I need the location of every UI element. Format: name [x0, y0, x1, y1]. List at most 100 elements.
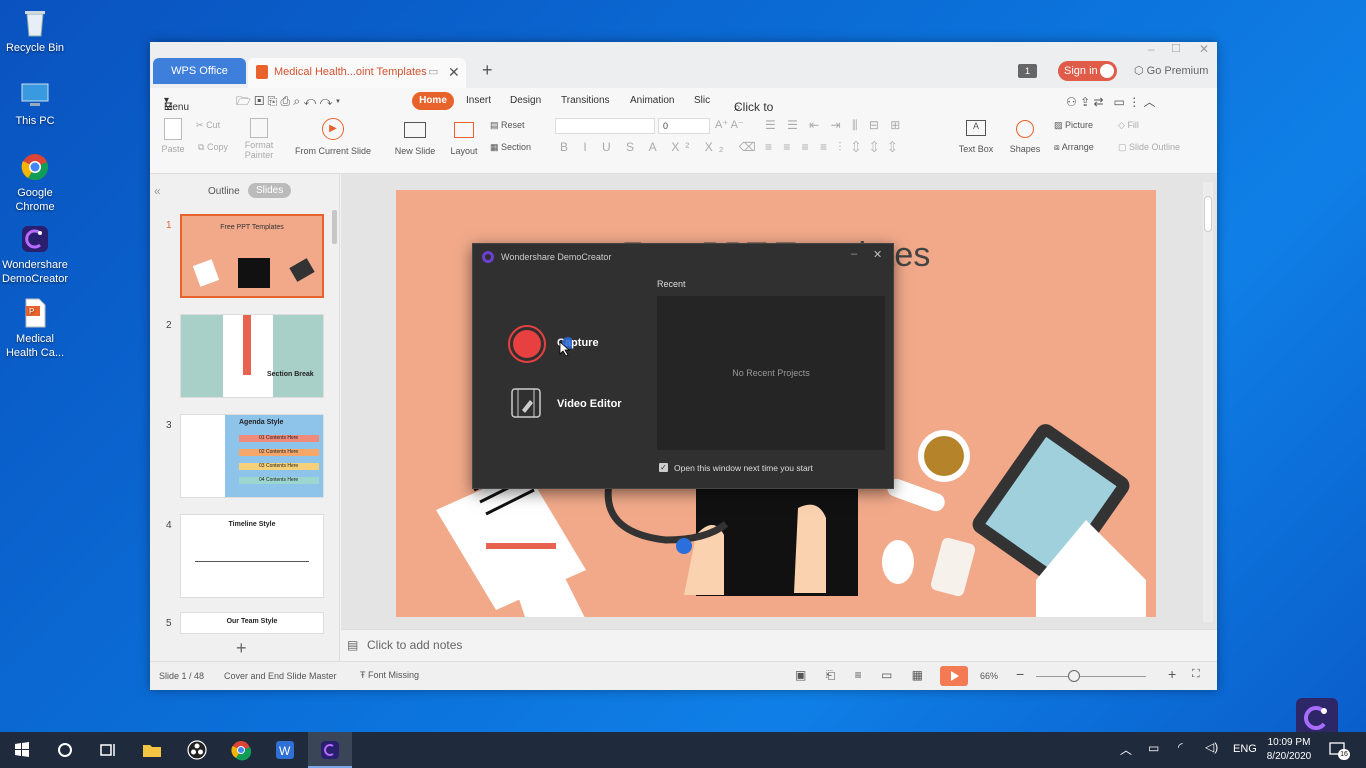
desktop-icon-recycle-bin[interactable]: Recycle Bin [2, 5, 68, 55]
font-missing-button[interactable]: Ŧ Font Missing [360, 670, 419, 680]
tab-slides[interactable]: Slides [248, 183, 292, 198]
format-painter-button[interactable]: Format Painter [242, 118, 276, 160]
menu-label: Menu [164, 102, 190, 113]
tab-design[interactable]: Design [510, 95, 541, 106]
from-current-slide-button[interactable]: ▶ From Current Slide [288, 118, 378, 156]
battery-icon[interactable]: ▭ [1148, 741, 1159, 755]
font-size-select[interactable]: 0 [658, 118, 710, 134]
text-box-button[interactable]: A Text Box [956, 118, 996, 154]
slide-thumb-1[interactable]: Free PPT Templates [180, 214, 324, 298]
maximize-button[interactable]: ☐ [1171, 42, 1181, 55]
tab-home[interactable]: Home [412, 92, 454, 110]
slide-thumb-3[interactable]: Agenda Style 01 Contents Here 02 Content… [180, 414, 324, 498]
layout-button[interactable]: Layout [444, 118, 484, 156]
thumb-scrollbar[interactable] [332, 210, 337, 244]
democreator-taskbar-button[interactable] [308, 732, 352, 768]
close-tab-icon[interactable]: ✕ [448, 58, 460, 86]
zoom-slider[interactable] [1036, 676, 1146, 677]
desktop-label: Medical Health Ca... [5, 333, 65, 359]
cut-button[interactable]: ✂ Cut [196, 120, 220, 131]
language-indicator[interactable]: ENG [1233, 743, 1257, 755]
tab-outline[interactable]: Outline [208, 186, 240, 197]
font-grow-shrink[interactable]: A⁺ A⁻ [715, 118, 744, 131]
tab-slideshow[interactable]: Slic [694, 95, 710, 106]
slide-thumbnail-pane: « Outline Slides 1 Free PPT Templates 2 … [150, 174, 340, 661]
menu-button[interactable]: ☰ Menu ▾ [164, 95, 189, 113]
wps-writer-icon[interactable]: W [273, 738, 297, 762]
paste-button[interactable]: Paste [160, 118, 186, 154]
canvas-scroll-thumb[interactable] [1204, 196, 1212, 232]
font-missing-label: Font Missing [368, 670, 420, 680]
slide-counter: Slide 1 / 48 [159, 671, 205, 681]
tab-document-label: Medical Health...oint Templates [274, 66, 427, 78]
play-slideshow-button[interactable] [940, 666, 968, 686]
slide-thumb-5[interactable]: Our Team Style [180, 612, 324, 634]
tab-insert[interactable]: Insert [466, 95, 491, 106]
minimize-button[interactable]: – [1148, 42, 1155, 56]
window-count-badge[interactable]: 1 [1018, 64, 1037, 78]
slide-thumb-2[interactable]: Section Break [180, 314, 324, 398]
picture-button[interactable]: ▨ Picture [1054, 120, 1093, 131]
slide-thumb-4[interactable]: Timeline Style [180, 514, 324, 598]
quick-access-icons[interactable]: 🗁 ▣ ⎘ ⎙ ⌕ ↶ ↷ ▾ [236, 92, 340, 113]
file-explorer-icon[interactable] [140, 738, 164, 762]
paragraph-buttons-row2[interactable]: ≡ ≡ ≡ ≡ ⫶ ⇕ ⇕ ⇕ [765, 140, 900, 155]
format-painter-label: Format Painter [244, 140, 274, 160]
dialog-close-button[interactable]: ✕ [873, 248, 882, 261]
action-center-button[interactable]: 16 [1328, 740, 1350, 760]
slide-outline-button[interactable]: ▢ Slide Outline [1118, 142, 1180, 153]
recent-projects-list[interactable]: No Recent Projects [657, 296, 885, 450]
wifi-icon[interactable]: ◜ [1178, 740, 1183, 754]
new-slide-label: New Slide [394, 146, 436, 156]
obs-icon[interactable] [185, 738, 209, 762]
zoom-out-button[interactable]: − [1016, 666, 1024, 682]
font-family-select[interactable] [555, 118, 655, 134]
shapes-button[interactable]: Shapes [1006, 118, 1044, 154]
right-tool-icons[interactable]: ⚇ ⇪ ⇄ ▭ ⋮ ︿ [1066, 93, 1156, 110]
thumb-title: Agenda Style [239, 419, 284, 426]
dialog-minimize-button[interactable]: – [851, 248, 857, 260]
notes-area[interactable]: ▤ Click to add notes [341, 629, 1217, 661]
desktop-icon-chrome[interactable]: Google Chrome [2, 150, 68, 214]
section-button[interactable]: ▦ Section [490, 142, 531, 153]
close-window-button[interactable]: ✕ [1199, 42, 1209, 56]
desktop-icon-democreator[interactable]: Wondershare DemoCreator [2, 222, 68, 286]
shapes-icon [1016, 120, 1034, 138]
go-premium-label: Go Premium [1146, 65, 1209, 77]
tab-document[interactable]: Medical Health...oint Templates ▭ ✕ [248, 58, 466, 88]
desktop-icon-this-pc[interactable]: This PC [2, 78, 68, 128]
tab-wps-office[interactable]: WPS Office [153, 58, 246, 84]
new-tab-button[interactable]: + [482, 60, 493, 81]
zoom-level[interactable]: 66% [980, 671, 998, 681]
layout-label: Layout [450, 146, 478, 156]
tab-animation[interactable]: Animation [630, 95, 674, 106]
new-slide-button[interactable]: New Slide [390, 118, 440, 156]
go-premium-button[interactable]: ⬡ Go Premium [1134, 64, 1208, 77]
tab-transitions[interactable]: Transitions [561, 95, 610, 106]
canvas-scrollbar[interactable] [1203, 182, 1213, 622]
task-view-icon[interactable] [96, 738, 120, 762]
collapse-pane-icon[interactable]: « [154, 184, 161, 198]
reset-button[interactable]: ▤ Reset [490, 120, 525, 131]
chrome-taskbar-icon[interactable] [229, 738, 253, 762]
volume-icon[interactable]: ◁) [1205, 740, 1218, 754]
add-slide-button[interactable]: + [236, 638, 247, 659]
open-next-time-checkbox[interactable]: ✓ [659, 463, 668, 472]
paragraph-buttons-row1[interactable]: ☰ ☰ ⇤ ⇥ ⫼ ⊟ ⊞ [765, 118, 904, 133]
fill-button[interactable]: ◇ Fill [1118, 120, 1139, 131]
desktop-icon-pptx-file[interactable]: P Medical Health Ca... [2, 296, 68, 360]
copy-button[interactable]: ⧉ Copy [198, 142, 228, 153]
font-style-buttons[interactable]: B I U S A X² X₂ ⌫ [560, 140, 762, 154]
zoom-slider-thumb[interactable] [1068, 670, 1080, 682]
zoom-in-button[interactable]: + [1168, 666, 1176, 682]
clock[interactable]: 10:09 PM 8/20/2020 [1262, 736, 1316, 764]
cortana-search-icon[interactable] [53, 738, 77, 762]
show-hidden-icons[interactable]: ︿ [1120, 741, 1132, 758]
master-name[interactable]: Cover and End Slide Master [224, 671, 337, 681]
arrange-button[interactable]: ⧈ Arrange [1054, 142, 1094, 153]
windows-start-icon[interactable] [10, 738, 34, 762]
sign-in-button[interactable]: Sign in [1058, 61, 1117, 81]
fit-window-icon[interactable]: ⛶ [1192, 668, 1200, 681]
thumb-doctor [181, 415, 225, 497]
view-buttons[interactable]: ▣ ⎗ ≡ ▭ ▦ ▯ [795, 668, 957, 683]
